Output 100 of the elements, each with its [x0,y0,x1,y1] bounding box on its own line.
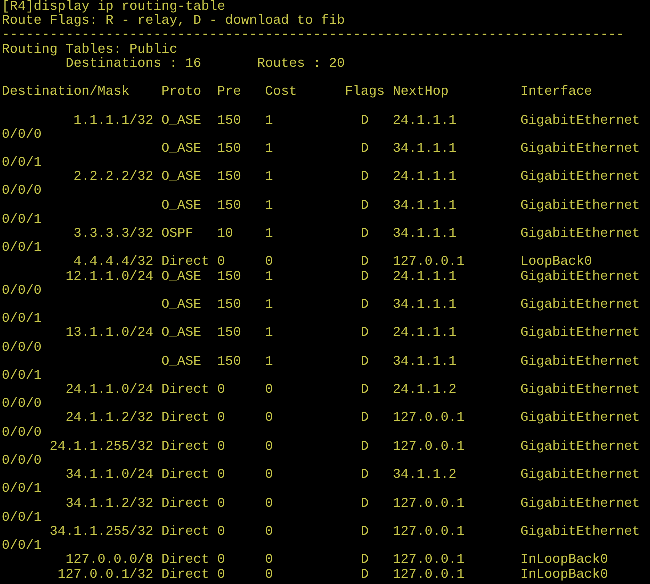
nexthop-cell: 127.0.0.1 [392,255,465,270]
nexthop-cell: 127.0.0.1 [392,524,465,540]
destination-cell: 1.1.1.1/32 [74,114,154,128]
flags-cell-text: D [360,568,369,582]
flags-cell-text: D [360,468,369,482]
interface-cell: 0/0/0 [2,282,42,298]
interface-cell: 0/0/0 [2,453,42,468]
nexthop-cell: 24.1.1.1 [392,114,457,128]
pre-cell: 0 [217,468,226,482]
column-header: Pre [217,85,242,100]
cost-cell: 0 [265,524,274,540]
destination-cell: 24.1.1.0/24 [66,383,154,398]
interface-cell: GigabitEthernet [520,270,640,284]
destination-cell: 2.2.2.2/32 [74,170,154,184]
flags-cell-text: D [360,383,369,398]
destination-cell: 3.3.3.3/32 [74,227,154,242]
pre-cell: 0 [217,383,226,398]
nexthop-cell: 24.1.1.1 [392,170,457,184]
flags-legend: Route Flags: R - relay, D - download to fib [2,14,650,28]
pre-cell: 150 [217,198,242,213]
pre-cell: 0 [217,568,226,582]
cost-cell: 1 [265,142,274,156]
interface-cell: GigabitEthernet [520,227,640,242]
proto-cell: OSPF [162,227,194,242]
cost-cell: 1 [265,354,274,369]
interface-cell: GigabitEthernet [520,411,640,426]
pre-cell: 150 [217,354,242,369]
flags-cell-text: D [360,326,369,341]
destination-cell: 34.1.1.2/32 [66,496,154,511]
destination-cell: 24.1.1.255/32 [50,440,154,454]
destination-cell: 127.0.0.1/32 [58,568,154,582]
interface-cell: 0/0/1 [2,240,42,256]
column-header: Flags [345,85,385,100]
interface-cell: GigabitEthernet [520,383,640,398]
pre-cell: 0 [217,524,226,540]
interface-cell: 0/0/0 [2,424,42,440]
interface-cell: InLoopBack0 [520,568,608,582]
pre-cell: 150 [217,326,242,341]
pre-cell: 150 [217,114,242,128]
cost-cell: 1 [265,298,274,312]
interface-cell: GigabitEthernet [520,298,640,312]
nexthop-cell: 127.0.0.1 [392,496,465,511]
proto-cell: Direct [162,255,210,270]
flags-cell-text: D [360,354,369,369]
interface-cell: GigabitEthernet [520,468,640,482]
cost-cell: 1 [265,227,274,242]
interface-cell: 0/0/0 [2,126,42,142]
proto-cell: O_ASE [162,198,202,213]
pre-cell: 150 [217,170,242,184]
flags-cell-text: D [360,298,369,312]
cost-cell: 0 [265,255,274,270]
flags-cell-text: D [360,198,369,213]
interface-cell: GigabitEthernet [520,524,640,540]
interface-cell: 0/0/1 [2,368,42,383]
cost-cell: 0 [265,553,274,568]
pre-cell: 150 [217,142,242,156]
flags-cell-text: D [360,411,369,426]
proto-cell: O_ASE [162,142,202,156]
pre-cell: 10 [217,227,234,242]
proto-cell: O_ASE [162,114,202,128]
interface-cell: GigabitEthernet [520,114,640,128]
cost-cell: 1 [265,270,274,284]
cost-cell: 0 [265,496,274,511]
proto-cell: Direct [162,524,210,540]
cost-cell: 0 [265,440,274,454]
interface-cell: GigabitEthernet [520,326,640,341]
nexthop-cell: 127.0.0.1 [392,568,465,582]
proto-cell: Direct [162,468,210,482]
cost-cell: 0 [265,383,274,398]
cost-cell: 0 [265,468,274,482]
interface-cell: LoopBack0 [520,255,592,270]
flags-cell-text: D [360,114,369,128]
nexthop-cell: 127.0.0.1 [392,553,465,568]
interface-cell: 0/0/1 [2,311,42,326]
pre-cell: 0 [217,440,226,454]
interface-cell: 0/0/0 [2,396,42,412]
flags-cell-text: D [360,255,369,270]
flags-cell-text: D [360,553,369,568]
interface-cell: GigabitEthernet [520,496,640,511]
interface-cell: GigabitEthernet [520,170,640,184]
nexthop-cell: 24.1.1.1 [392,270,457,284]
interface-cell: GigabitEthernet [520,354,640,369]
command-line: [R4]display ip routing-table [2,0,226,14]
proto-cell: Direct [162,496,210,511]
flags-cell-text: D [360,440,369,454]
cost-cell: 1 [265,114,274,128]
pre-cell: 0 [217,496,226,511]
column-header: Interface [520,85,592,100]
interface-cell: 0/0/1 [2,212,42,227]
nexthop-cell: 127.0.0.1 [392,440,465,454]
flags-cell-text: D [360,270,369,284]
interface-cell: 0/0/1 [2,481,42,496]
nexthop-cell: 34.1.1.1 [392,298,457,312]
proto-cell: Direct [162,553,210,568]
interface-cell: GigabitEthernet [520,440,640,454]
nexthop-cell: 24.1.1.1 [392,326,457,341]
interface-cell: GigabitEthernet [520,142,640,156]
summary-line: Destinations : 16 Routes : 20 [64,56,346,71]
cost-cell: 1 [265,170,274,184]
proto-cell: O_ASE [162,170,202,184]
